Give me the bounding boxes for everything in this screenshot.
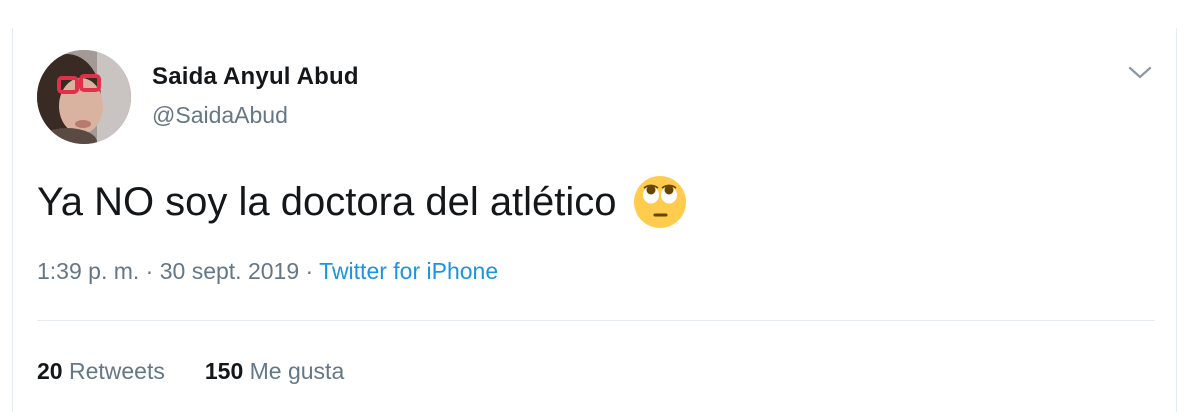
tweet-date[interactable]: 30 sept. 2019 bbox=[160, 258, 299, 284]
divider bbox=[37, 320, 1155, 321]
card-left-border bbox=[12, 28, 13, 412]
tweet-source-link[interactable]: Twitter for iPhone bbox=[319, 258, 498, 284]
tweet-card: Saida Anyul Abud @SaidaAbud Ya NO soy la… bbox=[0, 28, 1200, 412]
likes-stat[interactable]: 150 Me gusta bbox=[205, 358, 344, 384]
retweets-stat[interactable]: 20 Retweets bbox=[37, 358, 165, 384]
tweet-text: Ya NO soy la doctora del atlético bbox=[37, 179, 617, 224]
chevron-down-icon[interactable] bbox=[1124, 58, 1156, 86]
previous-tweet-strip bbox=[0, 0, 1200, 29]
meta-separator: · bbox=[299, 258, 320, 284]
likes-count: 150 bbox=[204, 358, 244, 384]
tweet-time[interactable]: 1:39 p. m. bbox=[37, 258, 139, 284]
author-handle[interactable]: @SaidaAbud bbox=[152, 102, 288, 129]
tweet-meta: 1:39 p. m. · 30 sept. 2019 · Twitter for… bbox=[37, 258, 498, 285]
face-with-rolling-eyes-emoji bbox=[633, 175, 687, 229]
likes-label: Me gusta bbox=[249, 358, 345, 384]
tweet-stats: 20 Retweets 150 Me gusta bbox=[37, 358, 344, 385]
tweet-body: Ya NO soy la doctora del atlético bbox=[37, 175, 687, 229]
meta-separator: · bbox=[139, 258, 160, 284]
retweets-count: 20 bbox=[37, 358, 63, 384]
retweets-label: Retweets bbox=[68, 358, 165, 384]
author-name[interactable]: Saida Anyul Abud bbox=[152, 63, 359, 91]
avatar[interactable] bbox=[37, 50, 131, 144]
card-right-border bbox=[1176, 28, 1177, 412]
